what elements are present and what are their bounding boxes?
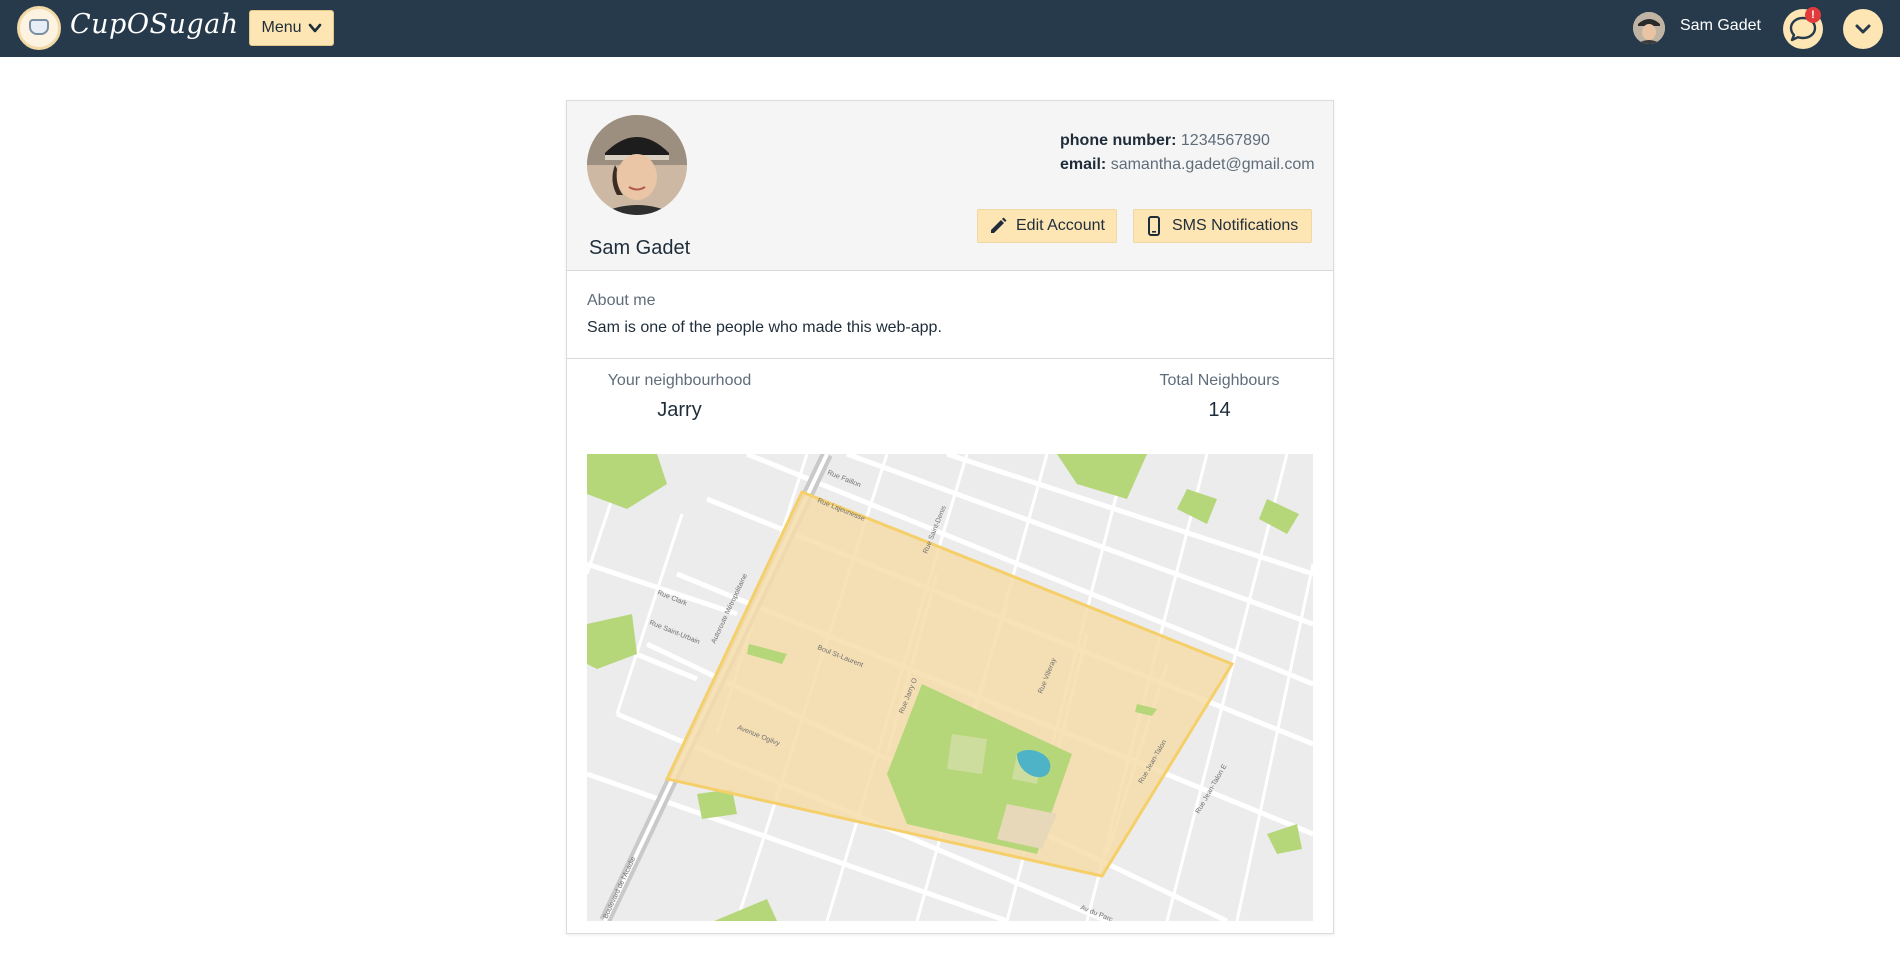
about-section: About me Sam is one of the people who ma… xyxy=(567,272,1333,359)
phone-row: phone number: 1234567890 xyxy=(1060,132,1270,150)
chevron-down-icon xyxy=(1855,24,1871,34)
sms-notifications-label: SMS Notifications xyxy=(1172,217,1299,234)
account-dropdown-button[interactable] xyxy=(1843,9,1883,49)
app-logo-text[interactable]: CupOSugah xyxy=(70,9,239,40)
email-value: samantha.gadet@gmail.com xyxy=(1110,156,1315,173)
profile-photo xyxy=(587,115,687,215)
neighbourhood-value: Jarry xyxy=(657,399,702,421)
neighbourhood-label: Your neighbourhood xyxy=(607,372,752,389)
edit-account-button[interactable]: Edit Account xyxy=(977,209,1117,243)
about-text: Sam is one of the people who made this w… xyxy=(587,319,942,336)
phone-value: 1234567890 xyxy=(1180,132,1270,149)
total-neighbours-label: Total Neighbours xyxy=(1159,372,1280,389)
sms-notifications-button[interactable]: SMS Notifications xyxy=(1133,209,1312,243)
about-label: About me xyxy=(587,292,656,309)
email-label: email: xyxy=(1060,156,1107,173)
user-name[interactable]: Sam Gadet xyxy=(1680,17,1761,35)
edit-account-label: Edit Account xyxy=(1016,217,1105,234)
pencil-icon xyxy=(991,217,1007,233)
chevron-down-icon xyxy=(308,23,321,33)
menu-button-label: Menu xyxy=(261,19,302,36)
user-avatar[interactable] xyxy=(1633,12,1665,44)
total-neighbours-value: 14 xyxy=(1208,399,1231,421)
app-logo-icon[interactable] xyxy=(17,6,61,50)
top-navbar: CupOSugah Menu Sam Gadet ! xyxy=(0,0,1900,57)
mobile-phone-icon xyxy=(1148,216,1160,236)
notification-badge: ! xyxy=(1805,7,1821,23)
phone-label: phone number: xyxy=(1060,132,1177,149)
profile-header: Sam Gadet phone number: 1234567890 email… xyxy=(567,101,1333,271)
email-row: email: samantha.gadet@gmail.com xyxy=(1060,156,1315,174)
neighbourhood-map[interactable]: Rue Lajeunesse Boul St-Laurent Autoroute… xyxy=(587,454,1313,921)
profile-card: Sam Gadet phone number: 1234567890 email… xyxy=(566,100,1334,934)
map-svg[interactable]: Rue Lajeunesse Boul St-Laurent Autoroute… xyxy=(587,454,1313,921)
menu-button[interactable]: Menu xyxy=(249,10,334,46)
profile-name: Sam Gadet xyxy=(589,237,691,259)
